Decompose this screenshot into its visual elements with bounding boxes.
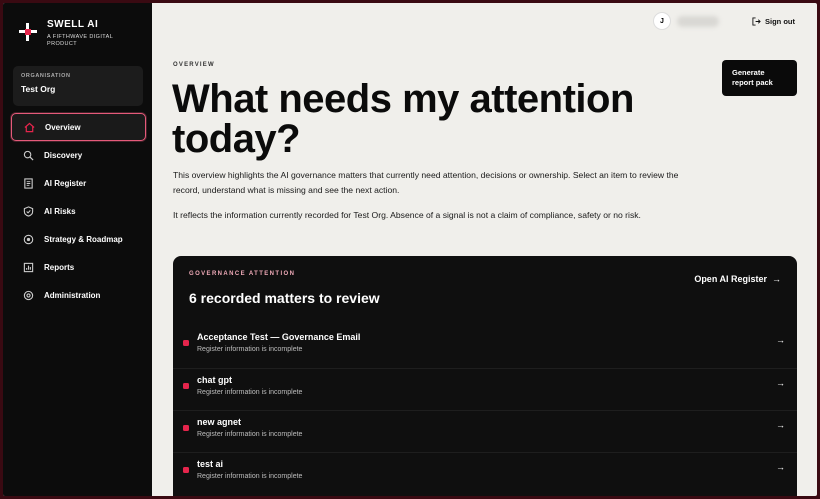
item-status: Register information is incomplete (197, 389, 303, 396)
intro-paragraph: This overview highlights the AI governan… (173, 170, 679, 195)
user-name-redacted (677, 15, 719, 27)
list-item[interactable]: new agnet Register information is incomp… (173, 410, 797, 452)
page-title: What needs my attention today? (172, 77, 634, 161)
arrow-right-icon: → (776, 462, 785, 472)
sidebar-item-label: Discovery (44, 150, 83, 160)
target-icon (22, 233, 34, 245)
alert-icon (183, 383, 189, 389)
alert-icon (183, 425, 189, 431)
avatar[interactable]: J (653, 12, 671, 30)
item-title: chat gpt (197, 375, 232, 385)
sidebar-item-discovery[interactable]: Discovery (11, 141, 146, 169)
brand-logo-icon (19, 23, 37, 41)
gear-icon (22, 289, 34, 301)
sidebar: SWELL AI A FIFTHWAVE DIGITAL PRODUCT ORG… (3, 3, 152, 496)
list-item[interactable]: chat gpt Register information is incompl… (173, 368, 797, 410)
item-status: Register information is incomplete (197, 431, 303, 438)
sidebar-item-reports[interactable]: Reports (11, 253, 146, 281)
intro-disclaimer: It reflects the information currently re… (173, 210, 641, 220)
attention-list: Acceptance Test — Governance Email Regis… (173, 326, 797, 494)
search-icon (22, 149, 34, 161)
item-title: test ai (197, 459, 224, 469)
arrow-right-icon: → (776, 378, 785, 388)
organisation-name: Test Org (21, 84, 56, 94)
item-title: new agnet (197, 417, 242, 427)
item-status: Register information is incomplete (197, 346, 303, 353)
sidebar-item-label: AI Register (44, 178, 87, 188)
sign-out-icon (752, 17, 761, 26)
generate-report-pack-button[interactable]: Generate report pack (722, 60, 797, 96)
arrow-right-icon: → (776, 335, 785, 345)
panel-title: 6 recorded matters to review (189, 290, 380, 306)
alert-icon (183, 340, 189, 346)
organisation-label: ORGANISATION (21, 73, 71, 79)
sidebar-item-label: AI Risks (44, 206, 76, 216)
open-ai-register-link[interactable]: Open AI Register → (694, 274, 781, 284)
sidebar-nav: Overview Discovery AI Register AI Risks (11, 113, 146, 309)
arrow-right-icon: → (776, 420, 785, 430)
main-content: J Sign out OVERVIEW What needs my attent… (152, 3, 817, 496)
sign-out-button[interactable]: Sign out (752, 17, 795, 26)
list-item[interactable]: test ai Register information is incomple… (173, 452, 797, 494)
sign-out-label: Sign out (765, 17, 795, 26)
user-menu[interactable]: J (653, 12, 719, 30)
alert-icon (183, 467, 189, 473)
arrow-right-icon: → (772, 274, 781, 284)
document-icon (22, 177, 34, 189)
home-icon (23, 121, 35, 133)
panel-kicker: GOVERNANCE ATTENTION (189, 271, 296, 277)
governance-attention-panel: GOVERNANCE ATTENTION 6 recorded matters … (173, 256, 797, 496)
brand-name: SWELL AI (47, 19, 99, 30)
sidebar-item-overview[interactable]: Overview (11, 113, 146, 141)
brand-subtitle: A FIFTHWAVE DIGITAL PRODUCT (47, 34, 113, 47)
sidebar-item-strategy-roadmap[interactable]: Strategy & Roadmap (11, 225, 146, 253)
open-ai-register-label: Open AI Register (694, 274, 767, 284)
sidebar-item-ai-register[interactable]: AI Register (11, 169, 146, 197)
sidebar-item-ai-risks[interactable]: AI Risks (11, 197, 146, 225)
sidebar-item-label: Administration (44, 290, 101, 300)
sidebar-item-label: Reports (44, 262, 75, 272)
page-kicker: OVERVIEW (173, 62, 215, 68)
shield-icon (22, 205, 34, 217)
sidebar-item-label: Overview (45, 122, 81, 132)
report-icon (22, 261, 34, 273)
organisation-selector[interactable]: ORGANISATION Test Org (13, 66, 143, 106)
item-title: Acceptance Test — Governance Email (197, 332, 361, 342)
list-item[interactable]: Acceptance Test — Governance Email Regis… (173, 326, 797, 368)
brand[interactable]: SWELL AI A FIFTHWAVE DIGITAL PRODUCT (19, 19, 127, 48)
sidebar-item-administration[interactable]: Administration (11, 281, 146, 309)
item-status: Register information is incomplete (197, 473, 303, 480)
sidebar-item-label: Strategy & Roadmap (44, 234, 123, 244)
app-window: SWELL AI A FIFTHWAVE DIGITAL PRODUCT ORG… (3, 3, 817, 496)
